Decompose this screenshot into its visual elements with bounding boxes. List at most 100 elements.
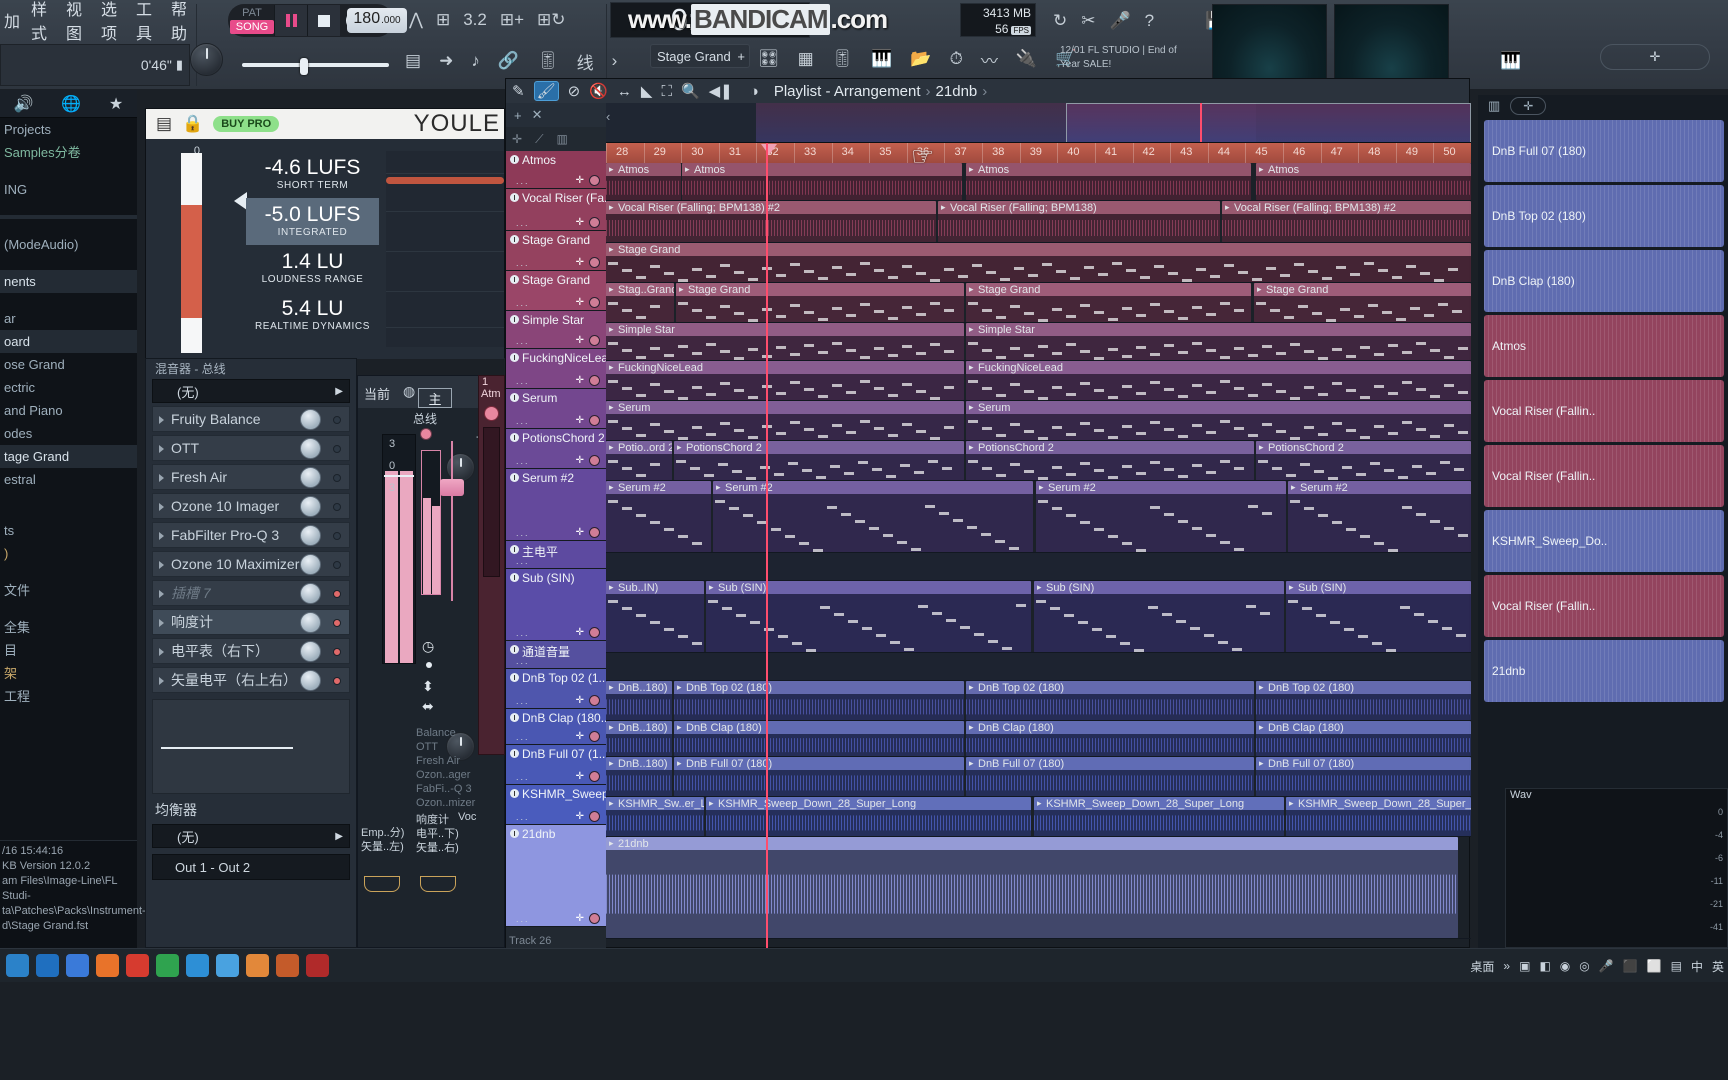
track-lane-15[interactable]: KSHMR_Sw..er_LongKSHMR_Sweep_Down_28_Sup… (606, 797, 1471, 837)
track-lane-0[interactable]: AtmosAtmosAtmosAtmos (606, 163, 1471, 201)
track-power-icon[interactable] (510, 193, 519, 202)
browser-tab-plugins-icon[interactable]: 🔊 (14, 94, 34, 114)
track-controls[interactable]: ✛ (576, 627, 600, 638)
mixer-volume-fader[interactable] (440, 441, 464, 601)
clip-10-2[interactable]: Sub (SIN) (1034, 581, 1284, 652)
track-power-icon[interactable] (510, 789, 519, 798)
taskbar-wechat-icon[interactable] (156, 954, 179, 977)
zoom-tool-icon[interactable]: 🔍 (681, 82, 700, 100)
lock-icon[interactable]: 🔒 (182, 114, 203, 134)
browser-item-29[interactable]: 工程 (0, 685, 137, 708)
browser-item-16[interactable]: odes (0, 422, 137, 445)
track-lane-8[interactable]: Serum #2Serum #2Serum #2Serum #2 (606, 481, 1471, 553)
fx-preset-selector[interactable]: (无) ▶ (152, 379, 350, 403)
track-header-8[interactable]: Serum #2... ✛ (506, 469, 606, 541)
delete-tool-icon[interactable]: ⊘ (568, 82, 581, 100)
playhead-marker-icon[interactable] (761, 144, 777, 155)
paint-tool-icon[interactable]: 🖌 (533, 81, 559, 101)
fx-slot-knob-3[interactable] (300, 496, 321, 517)
fx-slot-led-9[interactable] (333, 677, 341, 685)
browser-item-7[interactable]: (ModeAudio) (0, 233, 137, 256)
clip-4-0[interactable]: Simple Star (606, 323, 964, 360)
track-led-icon[interactable] (589, 415, 600, 426)
track-pan-icon[interactable]: ✛ (576, 695, 584, 706)
arrangement-icon[interactable]: ◑ (750, 83, 759, 100)
tempo-tap-icon[interactable]: ⏱ (950, 49, 963, 69)
mixer-arc-button-left[interactable] (364, 876, 400, 892)
tray-desktop-label[interactable]: 桌面 (1470, 958, 1494, 975)
close-track-icon[interactable]: ✕ (532, 107, 543, 123)
tray-icon-5[interactable]: 🎤 (1599, 959, 1614, 973)
playlist-icon[interactable]: ▦ (798, 49, 814, 69)
clip-10-0[interactable]: Sub..IN) (606, 581, 704, 652)
clip-browser-item-4[interactable]: Vocal Riser (Fallin.. (1484, 380, 1724, 442)
track-pan-icon[interactable]: ✛ (576, 627, 584, 638)
chevron-right-icon[interactable] (159, 503, 164, 511)
mixer-tab-current[interactable]: 当前 (364, 384, 390, 403)
chevron-right-icon[interactable] (159, 677, 164, 685)
track-led-icon[interactable] (589, 695, 600, 706)
taskbar-explorer-icon[interactable] (66, 954, 89, 977)
wait-for-input-icon[interactable]: ⊞ (436, 10, 450, 30)
fx-slot-led-7[interactable] (333, 619, 341, 627)
menu-item-5[interactable]: 帮助 (171, 0, 195, 44)
pattern-song-toggle[interactable]: PAT SONG (230, 5, 274, 36)
track-pan-icon[interactable]: ✛ (576, 771, 584, 782)
playlist-arrangement-name[interactable]: 21dnb (936, 83, 978, 100)
clip-1-2[interactable]: Vocal Riser (Falling; BPM138) #2 (1222, 201, 1471, 242)
playback-tool-icon[interactable]: ◀❚ (709, 82, 733, 100)
mixer-clock-icon[interactable]: ◷ (422, 638, 434, 655)
track-lane-12[interactable]: DnB..180)DnB Top 02 (180)DnB Top 02 (180… (606, 681, 1471, 721)
mixer-record-arm-led[interactable] (420, 428, 432, 440)
clip-browser-item-5[interactable]: Vocal Riser (Fallin.. (1484, 445, 1724, 507)
overdub-icon[interactable]: ⊞+ (500, 10, 524, 30)
metronome-icon[interactable]: ⋀ (409, 10, 423, 30)
track-led-icon[interactable] (589, 375, 600, 386)
mixer-updown-icon[interactable]: ⬍ (422, 678, 434, 695)
browser-tab-web-icon[interactable]: 🌐 (61, 94, 81, 114)
fx-slot-led-8[interactable] (333, 648, 341, 656)
browser-item-1[interactable]: Samples分卷 (0, 141, 137, 164)
clip-0-0[interactable]: Atmos (606, 163, 681, 200)
track-lane-13[interactable]: DnB..180)DnB Clap (180)DnB Clap (180)DnB… (606, 721, 1471, 757)
automation-icon[interactable]: ✛ (512, 132, 522, 146)
menu-item-1[interactable]: 样式 (31, 0, 55, 44)
piano-roll-icon[interactable]: ▥ (1488, 98, 1500, 114)
chevron-right-icon[interactable]: ▶ (335, 386, 343, 397)
clip-list[interactable]: DnB Full 07 (180) DnB Top 02 (180) DnB Cla… (1478, 120, 1728, 702)
track-power-icon[interactable] (510, 713, 519, 722)
mixer-arc-button-right[interactable] (420, 876, 456, 892)
tray-icon-3[interactable]: ◉ (1560, 959, 1570, 973)
track-lane-14[interactable]: DnB..180)DnB Full 07 (180)DnB Full 07 (1… (606, 757, 1471, 797)
taskbar-app2-icon[interactable] (276, 954, 299, 977)
track-controls[interactable]: ✛ (576, 335, 600, 346)
fx-slot-led-0[interactable] (333, 416, 341, 424)
clip-12-3[interactable]: DnB Top 02 (180) (1256, 681, 1471, 720)
tray-icon-2[interactable]: ◧ (1539, 959, 1550, 973)
track-header-5[interactable]: FuckingNiceLead... ✛ (506, 349, 606, 389)
plus-icon[interactable]: + (737, 49, 749, 64)
timeline-ruler[interactable]: 28 29 30 31 32 33 34 35 36 37 38 39 40 41 42 43 44 45 46 47… (606, 143, 1471, 163)
track-power-icon[interactable] (510, 473, 519, 482)
track-pan-icon[interactable]: ✛ (576, 811, 584, 822)
clip-5-1[interactable]: FuckingNiceLead (966, 361, 1471, 400)
track-header-15[interactable]: KSHMR_Sweep_..... ✛ (506, 785, 606, 825)
clip-0-3[interactable]: Atmos (1256, 163, 1471, 200)
clip-14-0[interactable]: DnB..180) (606, 757, 672, 796)
clip-3-1[interactable]: Stage Grand (676, 283, 964, 322)
track-lane-11[interactable] (606, 653, 1471, 681)
track-pan-icon[interactable]: ✛ (576, 175, 584, 186)
clip-15-1[interactable]: KSHMR_Sweep_Down_28_Super_Long (706, 797, 1031, 836)
select-tool-icon[interactable]: ⛶ (661, 83, 672, 100)
browser-item-3[interactable]: ING (0, 178, 137, 201)
fx-slot-3[interactable]: Ozone 10 Imager (152, 493, 350, 519)
track-led-icon[interactable] (589, 771, 600, 782)
track-header-14[interactable]: DnB Full 07 (1..... ✛ (506, 745, 606, 785)
fx-slot-knob-1[interactable] (300, 438, 321, 459)
track-power-icon[interactable] (510, 155, 519, 164)
track-pan-icon[interactable]: ✛ (576, 455, 584, 466)
eq-display[interactable] (152, 699, 350, 794)
track-lane-16[interactable]: 21dnb (606, 837, 1471, 939)
track-pan-icon[interactable]: ✛ (576, 257, 584, 268)
clip-15-2[interactable]: KSHMR_Sweep_Down_28_Super_Long (1034, 797, 1284, 836)
